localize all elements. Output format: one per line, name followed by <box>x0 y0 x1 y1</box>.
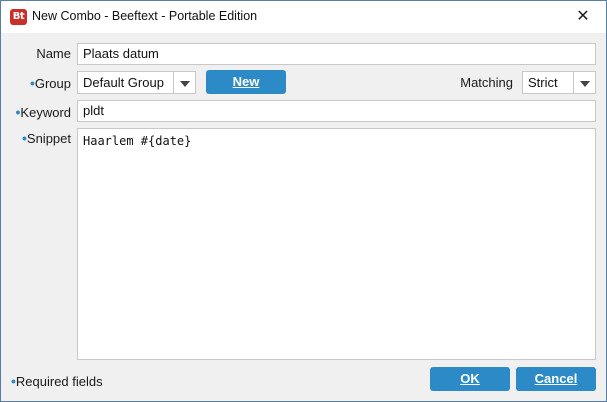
matching-select-value: Strict <box>528 75 558 90</box>
keyword-label-wrap: •Keyword <box>6 104 71 120</box>
required-fields-text: Required fields <box>15 374 103 389</box>
keyword-label: Keyword <box>20 105 71 120</box>
snippet-label: Snippet <box>26 131 71 146</box>
snippet-textarea[interactable]: Haarlem #{date} <box>77 128 596 360</box>
matching-label: Matching <box>460 75 513 90</box>
ok-button[interactable]: OK <box>430 367 510 391</box>
snippet-label-wrap: •Snippet <box>6 130 71 146</box>
chevron-down-icon <box>173 72 195 93</box>
dialog-window: Bt New Combo - Beeftext - Portable Editi… <box>0 0 607 402</box>
close-icon: ✕ <box>576 8 590 25</box>
name-input[interactable]: Plaats datum <box>77 43 596 65</box>
window-title: New Combo - Beeftext - Portable Edition <box>32 9 258 23</box>
group-label: Group <box>34 76 71 91</box>
group-label-wrap: •Group <box>11 75 71 91</box>
beeftext-logo-icon: Bt <box>10 9 27 25</box>
close-button[interactable]: ✕ <box>560 1 606 32</box>
new-group-button[interactable]: New <box>206 70 286 94</box>
cancel-button[interactable]: Cancel <box>516 367 596 391</box>
group-select-value: Default Group <box>83 75 164 90</box>
title-bar: Bt New Combo - Beeftext - Portable Editi… <box>1 1 606 33</box>
matching-select[interactable]: Strict <box>522 71 596 94</box>
required-fields-note: •Required fields <box>11 373 103 389</box>
name-label: Name <box>36 46 71 61</box>
keyword-input[interactable]: pldt <box>77 100 596 122</box>
group-select[interactable]: Default Group <box>77 71 196 94</box>
chevron-down-icon <box>573 72 595 93</box>
